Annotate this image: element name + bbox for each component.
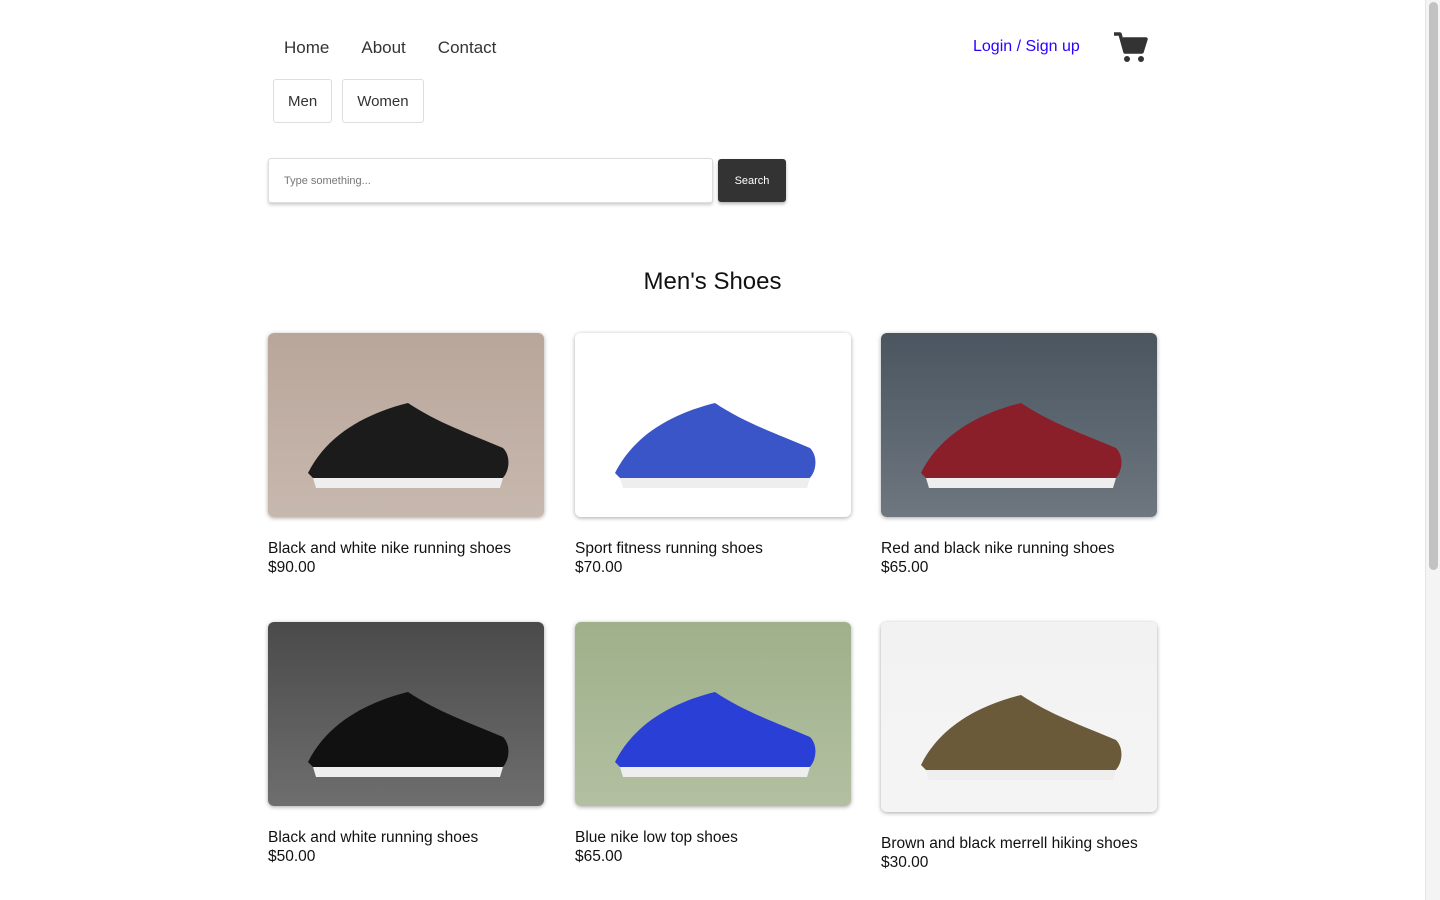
- shoe-shape: [308, 403, 509, 483]
- login-signup-link[interactable]: Login / Sign up: [973, 38, 1080, 56]
- scrollbar-thumb[interactable]: [1429, 2, 1438, 570]
- nav-contact[interactable]: Contact: [422, 36, 513, 60]
- product-price: $50.00: [268, 848, 316, 865]
- product-image[interactable]: [268, 622, 544, 806]
- product-image[interactable]: [881, 622, 1157, 812]
- product-image[interactable]: [575, 333, 851, 517]
- section-title: Men's Shoes: [643, 268, 782, 295]
- shoe-shape: [615, 692, 816, 772]
- product-image[interactable]: [268, 333, 544, 517]
- product-image[interactable]: [881, 333, 1157, 517]
- product-price: $65.00: [881, 559, 929, 576]
- cart-icon[interactable]: [1113, 32, 1149, 64]
- nav-about[interactable]: About: [345, 36, 421, 60]
- category-men[interactable]: Men: [273, 79, 333, 123]
- product-card[interactable]: Brown and black merrell hiking shoes $30…: [881, 622, 1157, 872]
- product-price: $30.00: [881, 854, 929, 871]
- nav-home[interactable]: Home: [268, 36, 345, 60]
- shoe-shape: [921, 403, 1122, 483]
- shoe-shape: [921, 695, 1122, 775]
- product-price: $90.00: [268, 559, 316, 576]
- search-input[interactable]: [268, 158, 713, 203]
- main-nav: Home About Contact: [268, 36, 512, 60]
- category-buttons: Men Women: [273, 79, 424, 123]
- search-button[interactable]: Search: [718, 159, 786, 202]
- product-image[interactable]: [575, 622, 851, 806]
- product-card[interactable]: Black and white nike running shoes $90.0…: [268, 333, 544, 577]
- product-name[interactable]: Sport fitness running shoes: [575, 539, 851, 558]
- product-card[interactable]: Sport fitness running shoes $70.00: [575, 333, 851, 577]
- product-card[interactable]: Red and black nike running shoes $65.00: [881, 333, 1157, 577]
- scrollbar[interactable]: [1425, 0, 1440, 900]
- product-name[interactable]: Black and white nike running shoes: [268, 539, 544, 558]
- shoe-shape: [615, 403, 816, 483]
- product-name[interactable]: Brown and black merrell hiking shoes: [881, 834, 1157, 853]
- category-women[interactable]: Women: [342, 79, 424, 123]
- product-price: $65.00: [575, 848, 623, 865]
- shoe-shape: [308, 692, 509, 772]
- product-card[interactable]: Blue nike low top shoes $65.00: [575, 622, 851, 866]
- product-name[interactable]: Red and black nike running shoes: [881, 539, 1157, 558]
- product-price: $70.00: [575, 559, 623, 576]
- product-card[interactable]: Black and white running shoes $50.00: [268, 622, 544, 866]
- product-name[interactable]: Blue nike low top shoes: [575, 828, 851, 847]
- product-name[interactable]: Black and white running shoes: [268, 828, 544, 847]
